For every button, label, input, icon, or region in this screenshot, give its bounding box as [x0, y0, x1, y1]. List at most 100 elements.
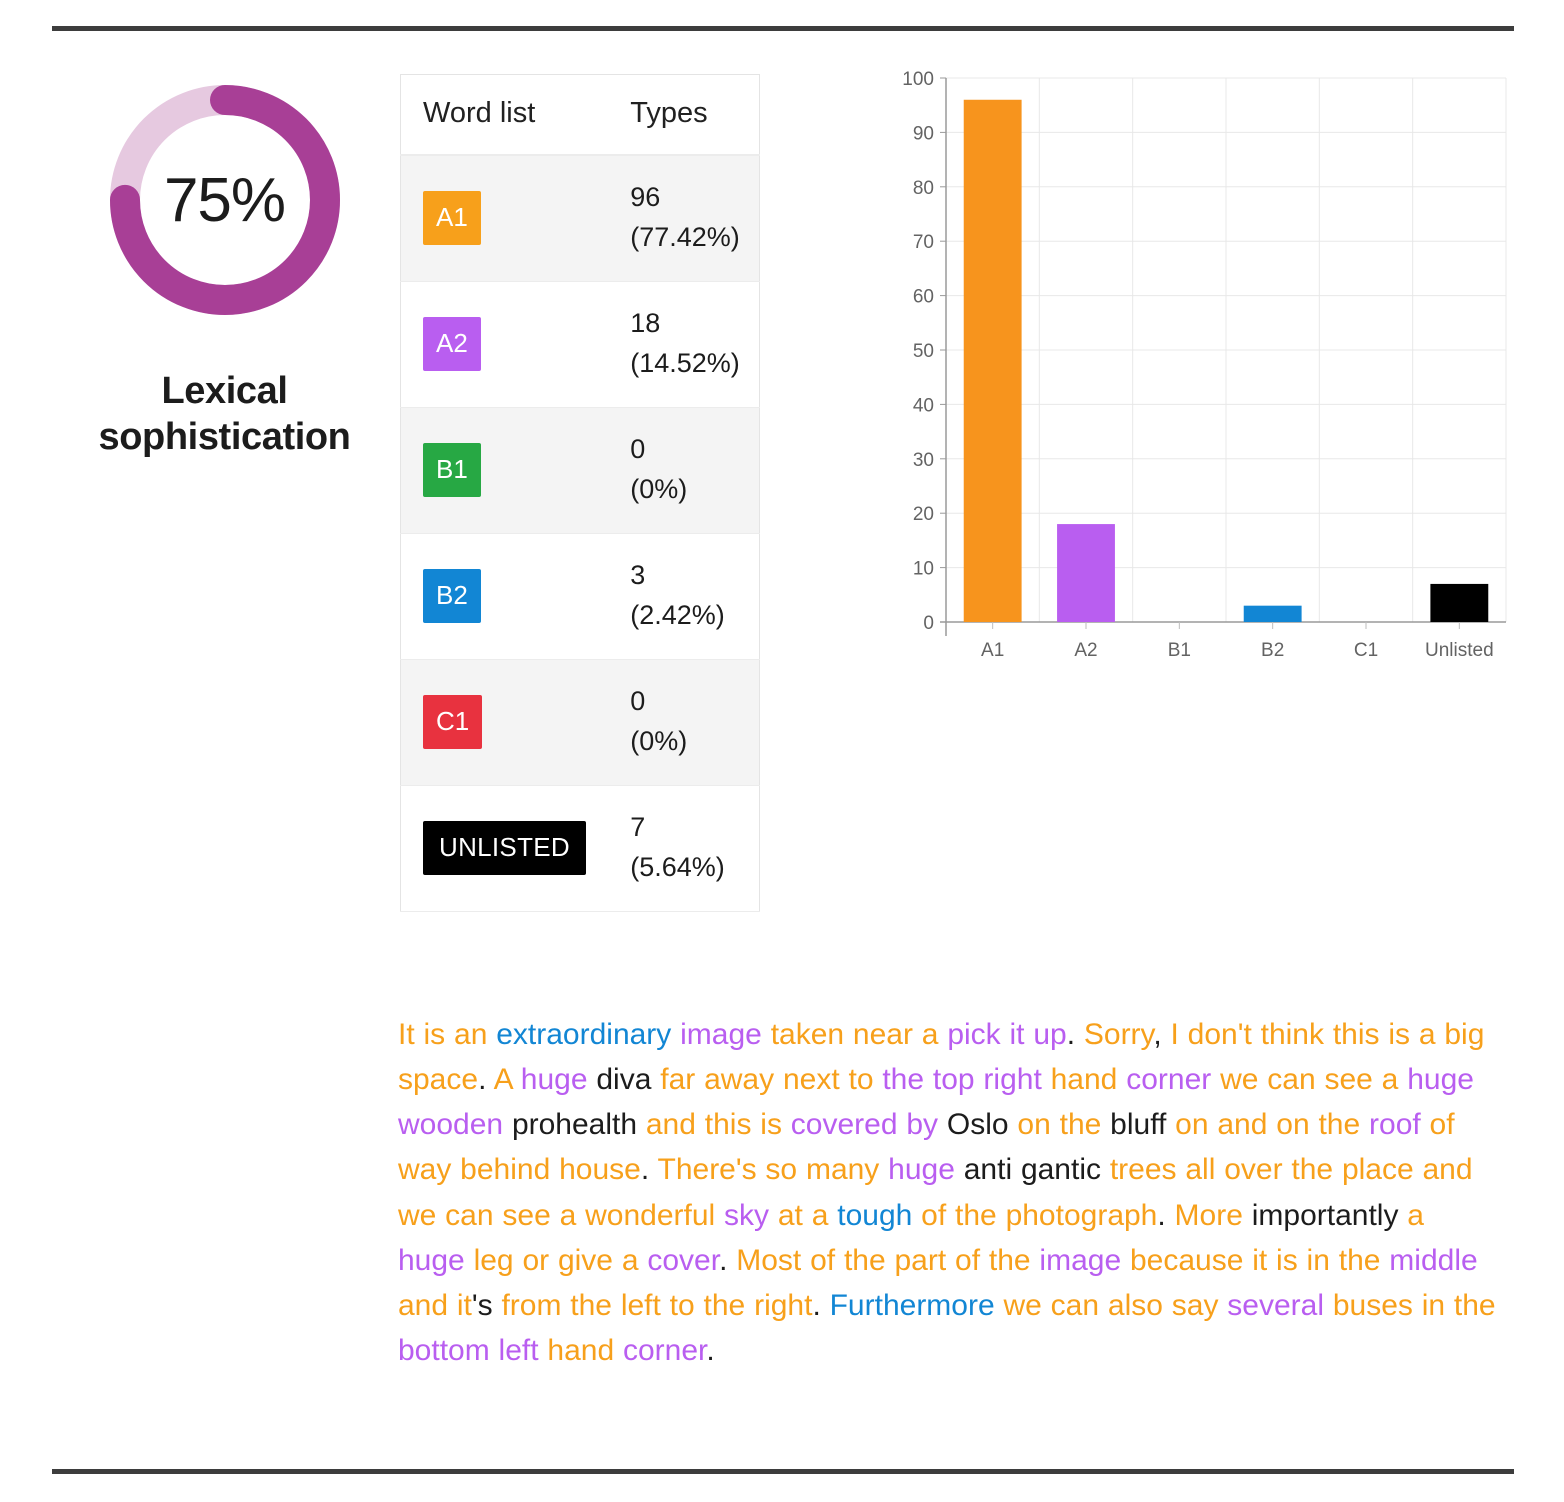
types-percent: (0%)	[630, 474, 688, 504]
bar-unlisted	[1430, 583, 1489, 622]
transcript-token-a1: taken near a	[770, 1018, 948, 1051]
transcript-token-unlisted: anti gantic	[963, 1153, 1110, 1187]
donut-chart: 75%	[99, 74, 351, 326]
transcript-token-a1: at a	[777, 1198, 838, 1232]
table-head: Word list Types	[400, 74, 760, 156]
y-tick-label: 100	[902, 69, 934, 90]
transcript-token-a2: roof	[1369, 1108, 1430, 1142]
transcript-token-a1: we can see a	[1220, 1063, 1408, 1097]
bar-chart-svg: 0 10 20 30 40 50 60 70 80 90 100 A1 A2 B1 B2 C1 Unlisted	[902, 69, 1507, 661]
transcript-token-a1: buses	[1332, 1288, 1422, 1322]
transcript-token-a2: sky	[724, 1198, 778, 1232]
transcript-token-a1: on and on the	[1175, 1108, 1370, 1142]
transcript-token-a1: hand	[1050, 1063, 1127, 1097]
transcript-token-a1: on the	[1017, 1108, 1111, 1142]
types-cell: 7 (5.64%)	[614, 785, 759, 911]
transcript-token-a1: There's so many	[657, 1153, 889, 1187]
x-tick-label: A2	[1074, 640, 1097, 661]
word-list-cell: C1	[401, 659, 615, 785]
transcript-token-unlisted: .	[719, 1243, 737, 1277]
table-row: C1 0 (0%)	[400, 659, 760, 785]
word-list-cell: B1	[401, 407, 615, 533]
types-count: 18	[630, 308, 661, 339]
transcript-token-a1: we can also say	[1003, 1288, 1228, 1322]
transcript-token-a1: It is an	[398, 1018, 497, 1051]
transcript-token-a2: corner	[622, 1333, 707, 1367]
transcript-token-unlisted: .	[640, 1153, 658, 1187]
types-percent: (2.42%)	[630, 600, 725, 630]
x-tick-label: Unlisted	[1425, 640, 1494, 661]
word-list-cell: A1	[401, 155, 615, 281]
table-row: A1 96 (77.42%)	[400, 155, 760, 281]
y-tick-label: 30	[913, 450, 934, 471]
y-tick-label: 60	[913, 287, 934, 308]
transcript-token-a2: cover	[647, 1243, 720, 1277]
word-list-badge-b2: B2	[423, 569, 481, 623]
transcript-token-unlisted: .	[1157, 1198, 1175, 1232]
transcript-token-a2: huge	[520, 1063, 597, 1097]
transcript-token-a1: Sorry	[1083, 1018, 1154, 1051]
transcript-token-a2: bottom left	[398, 1333, 548, 1367]
transcript-token-unlisted: .	[478, 1063, 494, 1097]
x-tick-label: B1	[1168, 640, 1191, 661]
transcript-token-a1: because it is in the	[1129, 1243, 1390, 1277]
transcript-token-a2: huge	[398, 1243, 474, 1277]
transcript-token-a1: from the left to the right	[501, 1288, 813, 1322]
transcript-token-a2: covered by	[790, 1108, 947, 1142]
lexical-sophistication-report: 75% Lexical sophistication Word list Typ…	[0, 0, 1564, 1502]
gauge-title-line1: Lexical	[161, 370, 288, 412]
transcript-token-a2: middle	[1389, 1243, 1487, 1277]
word-list-badge-unlisted: UNLISTED	[423, 821, 586, 875]
x-tick-label: C1	[1354, 640, 1378, 661]
transcript-token-b2: tough	[837, 1198, 922, 1232]
transcript-token-a1: More	[1174, 1198, 1252, 1232]
types-count: 0	[630, 686, 646, 717]
transcript-token-unlisted: .	[706, 1333, 715, 1367]
transcript-token-unlisted: ,	[1153, 1018, 1171, 1051]
transcript-token-a2: the top right	[882, 1063, 1051, 1097]
color-coded-transcript: It is an extraordinary image taken near …	[398, 1012, 1498, 1373]
types-cell: 3 (2.42%)	[614, 533, 759, 659]
transcript-token-b2: Furthermore	[829, 1288, 1004, 1322]
y-tick-label: 70	[913, 232, 934, 253]
y-tick-label: 80	[913, 178, 934, 199]
bar-a1	[963, 99, 1022, 622]
transcript-token-a1: leg or give a	[473, 1243, 648, 1277]
transcript-token-a2: image	[680, 1018, 771, 1051]
word-list-badge-c1: C1	[423, 695, 483, 749]
transcript-token-unlisted: importantly	[1251, 1198, 1408, 1232]
table-row: A2 18 (14.52%)	[400, 281, 760, 407]
gauge-title: Lexical sophistication	[52, 368, 397, 461]
column-header-types: Types	[614, 74, 760, 156]
types-cell: 0 (0%)	[614, 407, 759, 533]
bar-b2	[1243, 605, 1302, 622]
y-tick-label: 10	[913, 559, 934, 580]
word-list-cell: UNLISTED	[401, 785, 615, 911]
transcript-token-a1: a	[1407, 1198, 1433, 1232]
bar-a2	[1057, 524, 1115, 622]
top-divider	[52, 26, 1514, 31]
transcript-token-unlisted: Oslo	[946, 1108, 1018, 1142]
word-list-cell: B2	[401, 533, 615, 659]
types-percent: (5.64%)	[630, 852, 725, 882]
y-tick-label: 50	[913, 341, 934, 362]
types-count: 96	[630, 182, 661, 213]
transcript-token-a1: far away next to	[660, 1063, 883, 1097]
types-count: 7	[630, 812, 646, 843]
types-cell: 18 (14.52%)	[614, 281, 759, 407]
table-header-row: Word list Types	[400, 74, 760, 156]
y-tick-label: 20	[913, 504, 934, 525]
word-list-table: Word list Types A1 96 (77.42%) A2 18 (14.52%)…	[400, 74, 760, 912]
table-row: B1 0 (0%)	[400, 407, 760, 533]
transcript-token-a1: and this is	[645, 1108, 791, 1142]
column-header-word-list: Word list	[400, 74, 615, 156]
donut-percent-label: 75%	[163, 165, 286, 235]
transcript-token-unlisted: bluff	[1110, 1108, 1176, 1142]
y-tick-label: 90	[913, 123, 934, 144]
transcript-token-a1: hand	[547, 1333, 623, 1367]
transcript-token-a1: and it	[398, 1288, 472, 1322]
transcript-token-a1: A	[493, 1063, 521, 1097]
types-count: 3	[630, 560, 646, 591]
table-row: B2 3 (2.42%)	[400, 533, 760, 659]
word-list-badge-b1: B1	[423, 443, 481, 497]
